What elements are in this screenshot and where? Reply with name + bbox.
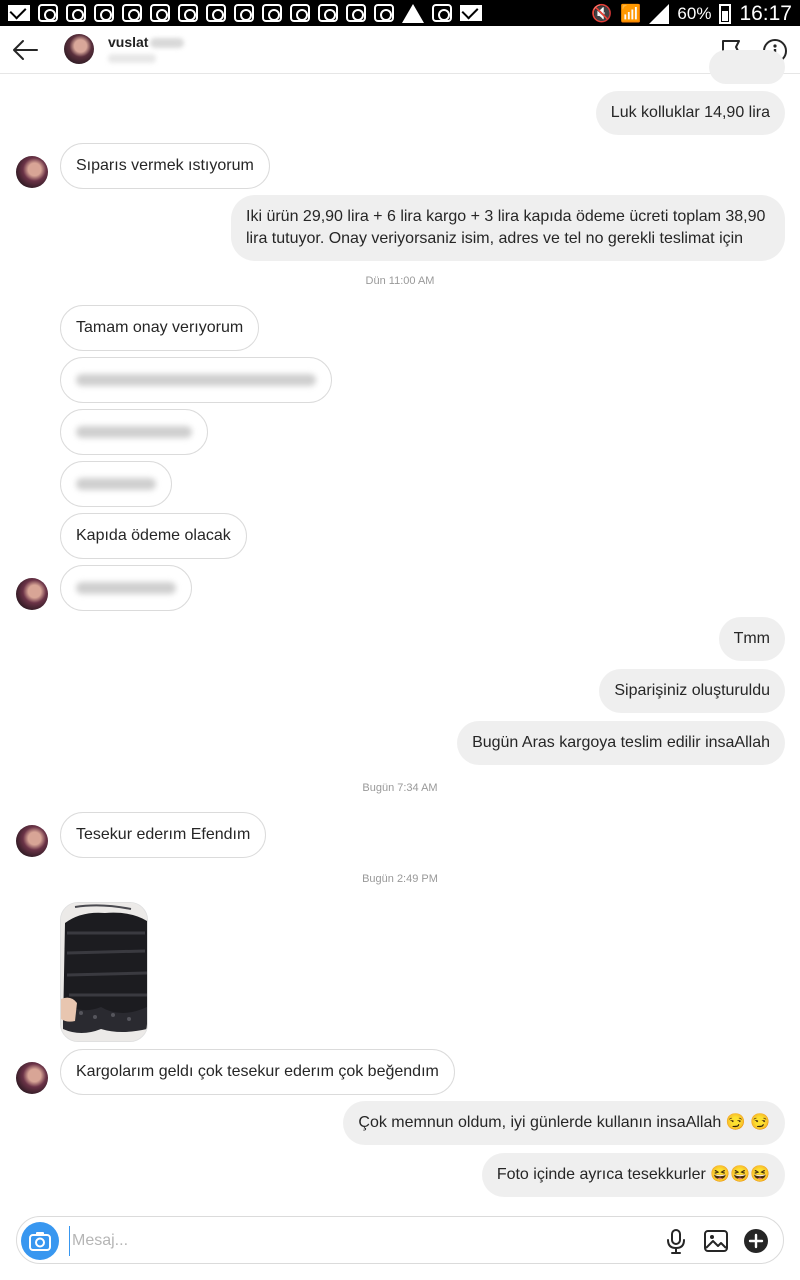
contact-username: vuslat [108, 34, 149, 50]
instagram-icon [374, 4, 394, 22]
message-bubble-outgoing[interactable]: Siparişiniz oluşturuldu [599, 669, 785, 713]
mail-icon [8, 5, 30, 21]
message-composer [16, 1216, 784, 1264]
status-bar: 🔇 📶 60% 16:17 [0, 0, 800, 26]
message-bubble-incoming[interactable]: Tamam onay verıyorum [60, 305, 260, 351]
message-timestamp: Bugün 7:34 AM [362, 782, 438, 794]
microphone-icon[interactable] [662, 1227, 690, 1255]
notification-icons [8, 3, 482, 23]
instagram-icon [122, 4, 142, 22]
partial-message-bubble [709, 50, 785, 84]
sender-avatar [16, 1062, 48, 1094]
lace-garment-photo [61, 903, 147, 1041]
contact-name[interactable]: vuslat [108, 34, 185, 50]
redacted-text [76, 425, 192, 438]
message-bubble-outgoing[interactable]: Iki ürün 29,90 lira + 6 lira kargo + 3 l… [231, 195, 785, 261]
direct-message-screen: 🔇 📶 60% 16:17 vuslat Luk kolluklar 14,90… [0, 0, 800, 1280]
instagram-icon [262, 4, 282, 22]
redacted-text [76, 373, 316, 386]
instagram-icon [290, 4, 310, 22]
battery-percent: 60% [677, 4, 712, 23]
wifi-icon: 📶 [620, 4, 642, 23]
redacted-subtitle [108, 54, 156, 63]
instagram-icon [318, 4, 338, 22]
mute-icon: 🔇 [591, 4, 613, 23]
plus-icon[interactable] [742, 1227, 770, 1255]
redacted-text [76, 581, 176, 594]
sender-avatar [16, 578, 48, 610]
instagram-icon [38, 4, 58, 22]
contact-avatar[interactable] [64, 34, 94, 64]
message-timestamp: Dün 11:00 AM [365, 275, 435, 287]
photo-message[interactable] [60, 902, 148, 1042]
battery-icon [719, 4, 732, 24]
message-bubble-incoming-redacted[interactable] [60, 357, 332, 403]
message-bubble-outgoing[interactable]: Foto içinde ayrıca tesekkurler 😆😆😆 [481, 1153, 785, 1197]
instagram-icon [150, 4, 170, 22]
message-bubble-outgoing[interactable]: Çok memnun oldum, iyi günlerde kullanın … [343, 1101, 785, 1145]
message-timestamp: Bugün 2:49 PM [362, 873, 438, 885]
redacted-text [76, 477, 156, 490]
gmail-icon [460, 5, 482, 21]
message-bubble-incoming[interactable]: Kargolarım geldı çok tesekur ederım çok … [60, 1049, 455, 1095]
message-bubble-incoming-redacted[interactable] [60, 409, 208, 455]
message-bubble-incoming-redacted[interactable] [60, 461, 172, 507]
gallery-icon[interactable] [702, 1227, 730, 1255]
instagram-icon [346, 4, 366, 22]
clock: 16:17 [739, 2, 792, 25]
sender-avatar [16, 825, 48, 857]
message-bubble-incoming[interactable]: Kapıda ödeme olacak [60, 513, 247, 559]
image-icon [432, 4, 452, 22]
message-bubble-outgoing[interactable]: Bugün Aras kargoya teslim edilir insaAll… [457, 721, 785, 765]
system-indicators: 🔇 📶 60% 16:17 [591, 2, 792, 26]
back-arrow-icon[interactable] [10, 35, 40, 65]
redacted-name [150, 38, 185, 49]
instagram-icon [206, 4, 226, 22]
instagram-icon [66, 4, 86, 22]
instagram-icon [94, 4, 114, 22]
message-input[interactable] [69, 1226, 589, 1256]
message-bubble-incoming[interactable]: Sıparıs vermek ıstıyorum [60, 143, 270, 189]
camera-button[interactable] [21, 1222, 59, 1260]
instagram-icon [234, 4, 254, 22]
message-bubble-outgoing[interactable]: Luk kolluklar 14,90 lira [595, 91, 785, 135]
signal-icon [649, 4, 670, 24]
instagram-icon [178, 4, 198, 22]
message-bubble-incoming-redacted[interactable] [60, 565, 192, 611]
warning-icon [402, 3, 424, 23]
sender-avatar [16, 156, 48, 188]
message-bubble-outgoing[interactable]: Tmm [718, 617, 785, 661]
message-bubble-incoming[interactable]: Tesekur ederım Efendım [60, 812, 267, 858]
chat-header: vuslat [0, 26, 800, 74]
camera-icon [29, 1232, 51, 1251]
